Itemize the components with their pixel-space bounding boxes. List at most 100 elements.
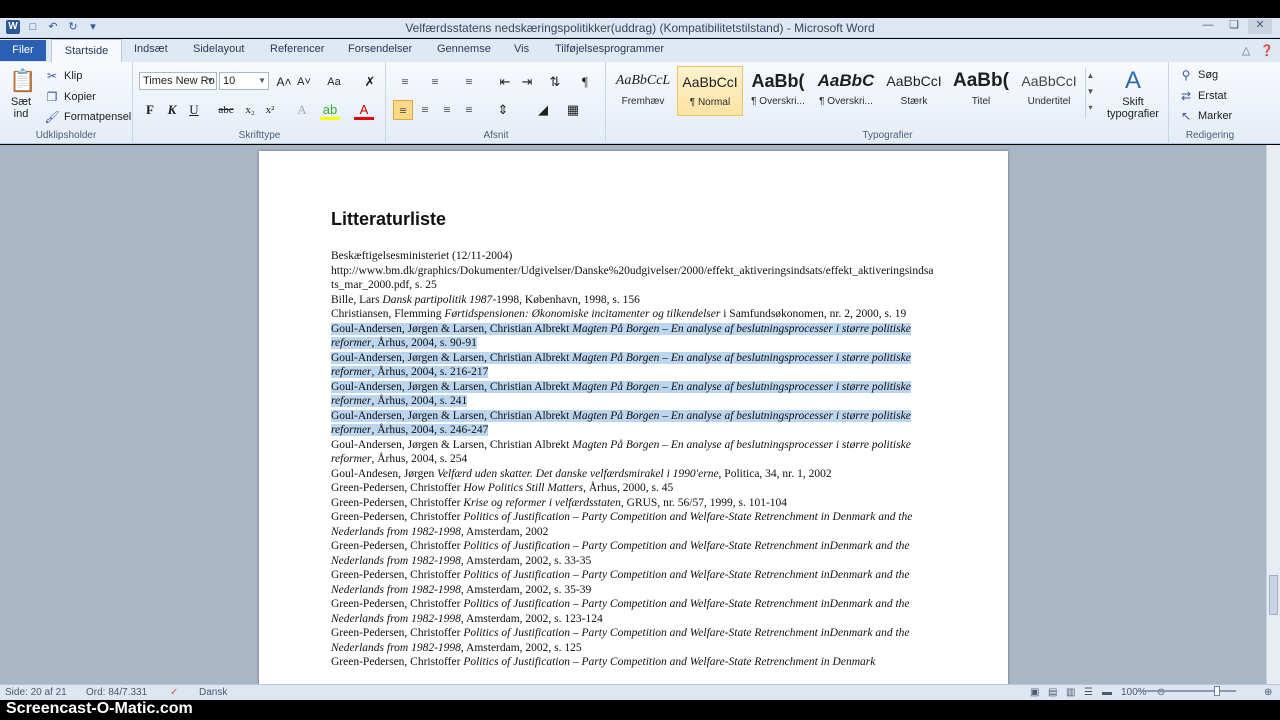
increase-indent-icon[interactable]: ⇥ bbox=[517, 72, 537, 92]
zoom-slider[interactable] bbox=[1136, 690, 1236, 692]
show-formatting-icon[interactable]: ¶ bbox=[575, 72, 595, 92]
font-name-select[interactable]: Times New Ro ▼ bbox=[139, 72, 217, 90]
tab-addins[interactable]: Tilføjelsesprogrammer bbox=[555, 43, 664, 55]
document-page[interactable]: Litteraturliste Beskæftigelsesministerie… bbox=[259, 151, 1008, 691]
replace-icon: ⇄ bbox=[1180, 89, 1192, 103]
minimize-ribbon-icon[interactable]: △ bbox=[1242, 44, 1250, 57]
reference-entry[interactable]: Green-Pedersen, Christoffer Politics of … bbox=[331, 568, 936, 597]
multilevel-list-icon[interactable]: ≡ bbox=[459, 72, 479, 92]
clear-formatting-icon[interactable]: ✗ bbox=[360, 72, 380, 92]
subscript-icon[interactable]: x₂ bbox=[240, 100, 260, 120]
tab-insert[interactable]: Indsæt bbox=[134, 43, 168, 55]
superscript-icon[interactable]: x² bbox=[260, 100, 280, 120]
style-heading-1[interactable]: AaBb( ¶ Overskri... bbox=[745, 66, 811, 116]
view-full-screen-icon[interactable]: ▤ bbox=[1048, 687, 1057, 698]
shading-icon[interactable]: ◢ bbox=[533, 100, 553, 120]
numbering-icon[interactable]: ≡ bbox=[425, 72, 445, 92]
cut-button[interactable]: ✂ Klip bbox=[44, 68, 82, 84]
font-color-icon[interactable]: A bbox=[354, 100, 374, 120]
style-normal[interactable]: AaBbCcI ¶ Normal bbox=[677, 66, 743, 116]
align-center-icon[interactable]: ≡ bbox=[415, 100, 435, 120]
change-styles-button[interactable]: A Skift typografier bbox=[1101, 66, 1165, 120]
format-painter-button[interactable]: 🖌 Formatpensel bbox=[44, 109, 131, 125]
reference-entry[interactable]: Christiansen, Flemming Førtidspensionen:… bbox=[331, 307, 936, 322]
justify-icon[interactable]: ≡ bbox=[459, 100, 479, 120]
highlight-icon[interactable]: ab bbox=[320, 100, 340, 120]
reference-entry[interactable]: Goul-Andersen, Jørgen & Larsen, Christia… bbox=[331, 409, 936, 438]
proofing-icon[interactable]: ✓ bbox=[170, 687, 178, 698]
zoom-level[interactable]: 100% bbox=[1121, 687, 1147, 698]
text-effects-icon[interactable]: A bbox=[292, 100, 312, 120]
paste-button[interactable]: 📋 Sæt ind bbox=[6, 66, 36, 120]
zoom-out-icon[interactable]: ⊖ bbox=[1157, 687, 1165, 698]
strikethrough-icon[interactable]: abc bbox=[216, 100, 236, 120]
style-subtitle[interactable]: AaBbCcI Undertitel bbox=[1016, 66, 1082, 116]
italic-button[interactable]: K bbox=[162, 100, 182, 120]
reference-entry[interactable]: Goul-Andersen, Jørgen & Larsen, Christia… bbox=[331, 351, 936, 380]
reference-text: , Amsterdam, 2002, s. 33-35 bbox=[460, 554, 592, 567]
view-draft-icon[interactable]: ▬ bbox=[1102, 687, 1112, 698]
align-left-icon[interactable]: ≡ bbox=[393, 100, 413, 120]
style-title[interactable]: AaBb( Titel bbox=[948, 66, 1014, 116]
restore-icon[interactable]: ❏ bbox=[1222, 19, 1246, 34]
reference-text: Bille, Lars bbox=[331, 293, 383, 306]
tab-review[interactable]: Gennemse bbox=[437, 43, 491, 55]
view-outline-icon[interactable]: ☰ bbox=[1084, 687, 1093, 698]
reference-entry[interactable]: Green-Pedersen, Christoffer Politics of … bbox=[331, 655, 936, 670]
word-count[interactable]: Ord: 84/7.331 bbox=[86, 687, 147, 698]
styles-gallery-scroll[interactable]: ▲ ▼ ▾ bbox=[1085, 68, 1095, 118]
tab-view[interactable]: Vis bbox=[514, 43, 529, 55]
close-icon[interactable]: ✕ bbox=[1248, 19, 1272, 34]
tab-mailings[interactable]: Forsendelser bbox=[348, 43, 412, 55]
style-heading-2[interactable]: AaBbC ¶ Overskri... bbox=[813, 66, 879, 116]
page-count[interactable]: Side: 20 af 21 bbox=[5, 687, 67, 698]
status-bar: Side: 20 af 21 Ord: 84/7.331 ✓ Dansk ▣ ▤… bbox=[0, 684, 1280, 700]
reference-entry[interactable]: Green-Pedersen, Christoffer How Politics… bbox=[331, 481, 936, 496]
tab-references[interactable]: Referencer bbox=[270, 43, 324, 55]
reference-title: Krise og reformer i velfærdsstaten bbox=[463, 496, 621, 509]
grow-font-icon[interactable]: A˄ bbox=[274, 72, 294, 92]
tab-home[interactable]: Startside bbox=[51, 39, 122, 63]
scrollbar-thumb[interactable] bbox=[1269, 575, 1278, 615]
line-spacing-icon[interactable]: ⇕ bbox=[493, 100, 513, 120]
font-size-select[interactable]: 10 ▼ bbox=[219, 72, 269, 90]
language-indicator[interactable]: Dansk bbox=[199, 687, 227, 698]
reference-text: Christiansen, Flemming bbox=[331, 308, 445, 320]
copy-button[interactable]: ❐ Kopier bbox=[44, 89, 96, 105]
borders-icon[interactable]: ▦ bbox=[563, 100, 583, 120]
view-print-layout-icon[interactable]: ▣ bbox=[1030, 687, 1039, 698]
shrink-font-icon[interactable]: A˅ bbox=[294, 72, 314, 92]
reference-entry[interactable]: Bille, Lars Dansk partipolitik 1987-1998… bbox=[331, 293, 936, 308]
zoom-in-icon[interactable]: ⊕ bbox=[1264, 687, 1272, 698]
reference-entry[interactable]: Beskæftigelsesministeriet (12/11-2004) h… bbox=[331, 249, 936, 293]
decrease-indent-icon[interactable]: ⇤ bbox=[495, 72, 515, 92]
change-case-icon[interactable]: Aa bbox=[324, 72, 344, 92]
zoom-slider-handle[interactable] bbox=[1214, 686, 1220, 696]
reference-entry[interactable]: Green-Pedersen, Christoffer Politics of … bbox=[331, 626, 936, 655]
reference-entry[interactable]: Goul-Andersen, Jørgen & Larsen, Christia… bbox=[331, 380, 936, 409]
reference-entry[interactable]: Green-Pedersen, Christoffer Politics of … bbox=[331, 510, 936, 539]
view-web-icon[interactable]: ▥ bbox=[1066, 687, 1075, 698]
reference-entry[interactable]: Green-Pedersen, Christoffer Politics of … bbox=[331, 597, 936, 626]
tab-file[interactable]: Filer bbox=[0, 40, 46, 61]
reference-entry[interactable]: Green-Pedersen, Christoffer Politics of … bbox=[331, 539, 936, 568]
vertical-scrollbar[interactable] bbox=[1266, 145, 1280, 684]
style-emphasis[interactable]: AaBbCcL Fremhæv bbox=[610, 66, 676, 116]
replace-button[interactable]: ⇄ Erstat bbox=[1178, 88, 1227, 104]
reference-entry[interactable]: Goul-Andersen, Jørgen & Larsen, Christia… bbox=[331, 322, 936, 351]
underline-button[interactable]: U bbox=[184, 100, 204, 120]
reference-entry[interactable]: Goul-Andesen, Jørgen Velfærd uden skatte… bbox=[331, 467, 936, 482]
bold-button[interactable]: F bbox=[140, 100, 160, 120]
help-icon[interactable]: ❓ bbox=[1260, 44, 1274, 57]
cut-label: Klip bbox=[64, 70, 83, 82]
align-right-icon[interactable]: ≡ bbox=[437, 100, 457, 120]
minimize-icon[interactable]: — bbox=[1196, 19, 1220, 34]
reference-entry[interactable]: Goul-Andersen, Jørgen & Larsen, Christia… bbox=[331, 438, 936, 467]
tab-page-layout[interactable]: Sidelayout bbox=[193, 43, 244, 55]
reference-entry[interactable]: Green-Pedersen, Christoffer Krise og ref… bbox=[331, 496, 936, 511]
sort-icon[interactable]: ⇅ bbox=[545, 72, 565, 92]
bullets-icon[interactable]: ≡ bbox=[395, 72, 415, 92]
find-button[interactable]: ⚲ Søg bbox=[1178, 67, 1219, 83]
style-strong[interactable]: AaBbCcI Stærk bbox=[881, 66, 947, 116]
select-button[interactable]: ↖ Marker bbox=[1178, 108, 1232, 124]
